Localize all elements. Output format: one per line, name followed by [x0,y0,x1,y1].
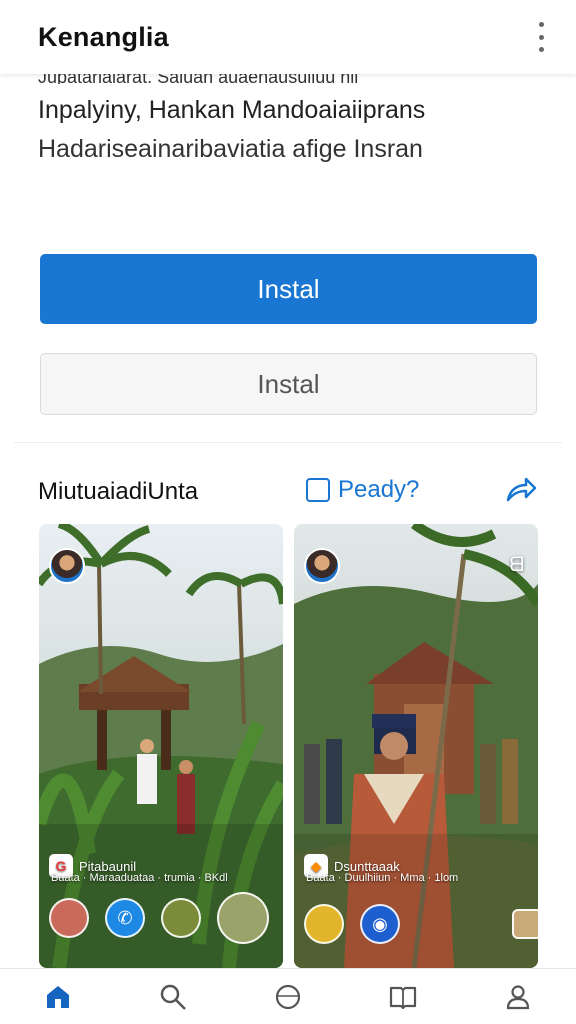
section-header: MiutuaiadiUnta Peady? [38,474,538,510]
village-scene-image [294,524,538,968]
card-icon-row: ◉ [304,904,538,944]
more-vert-icon[interactable] [534,22,548,52]
screenshot-card-1[interactable]: G Pitabaunil Baata · Maraaduataa · trumi… [39,524,283,968]
circle-icon[interactable] [258,972,318,1022]
durian-thumb-icon[interactable] [217,892,269,944]
search-icon[interactable] [143,972,203,1022]
card-overlay-sub: Baata · Duulhiiun · Mma · 1lom [306,872,459,884]
screenshot-card-2[interactable]: ᗺ ◆ Dsunttaaak Baata · Duulhiiun · Mma ·… [294,524,538,968]
photo-thumb-icon[interactable] [161,898,201,938]
divider [14,442,562,443]
preview-link[interactable]: Peady? [306,476,419,504]
install-secondary-button[interactable]: Instal [40,353,537,415]
preview-label: Peady? [338,476,420,503]
home-icon[interactable] [28,972,88,1022]
person-icon[interactable] [488,972,548,1022]
section-title: MiutuaiadiUnta [38,478,199,505]
avatar [49,548,85,584]
app-title: Kenanglia [38,21,169,52]
card-top-right-icon[interactable]: ᗺ [510,554,524,577]
square-icon [306,478,330,502]
avatar [304,548,340,584]
description-line-1: Inpalyiny, Hankan Mandoaiaiiprans [38,96,426,124]
phone-icon[interactable]: ✆ [105,898,145,938]
share-icon[interactable] [504,474,538,506]
card-icon-row: ✆ [49,892,269,944]
book-icon[interactable] [373,972,433,1022]
app-thumb-icon[interactable] [304,904,344,944]
bag-icon[interactable] [512,909,538,939]
install-button[interactable]: Instal [40,254,537,324]
eye-icon[interactable]: ◉ [360,904,400,944]
app-bar: Kenanglia [0,0,576,74]
description-line-2: Hadariseainaribaviatia afige Insran [38,135,423,163]
person-thumb-icon[interactable] [49,898,89,938]
description: Jupatarialarat. Saluan auaenausulluu nii… [38,70,538,164]
card-overlay-sub: Baata · Maraaduataa · trumia · BKdl [51,872,228,884]
bottom-nav [0,968,576,1024]
